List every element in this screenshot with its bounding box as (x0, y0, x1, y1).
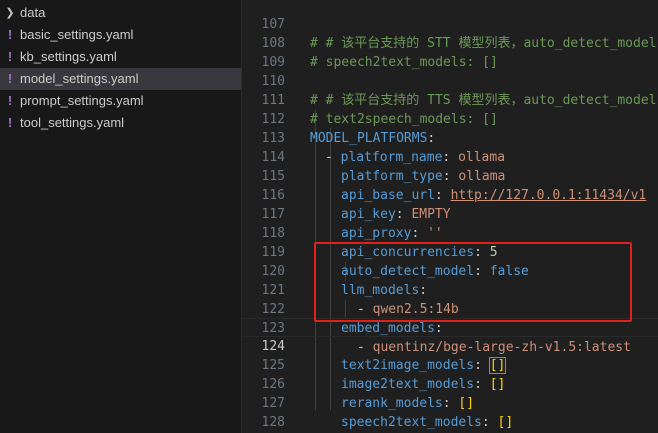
code-line: 127 speech2text_models: [] (243, 375, 658, 430)
code-line: 125 image2text_models: [] (243, 337, 658, 392)
code-line: 129 (243, 413, 658, 432)
tree-item-tool-settings[interactable]: ! tool_settings.yaml (0, 112, 241, 134)
code-line: 119 auto_detect_model: false (243, 224, 658, 279)
code-line: 126 rerank_models: [] (243, 356, 658, 411)
code-editor[interactable]: 107 # # 该平台支持的 STT 模型列表，auto_detect_mode… (243, 0, 658, 433)
code-line: 115 api_base_url: http://127.0.0.1:11434… (243, 148, 658, 203)
code-line: 128 text2speech_models: [] (243, 394, 658, 430)
code-line: 114 platform_type: ollama (243, 129, 658, 184)
tree-item-label: prompt_settings.yaml (20, 93, 144, 108)
yaml-file-icon: ! (7, 49, 13, 64)
tree-item-model-settings[interactable]: ! model_settings.yaml (0, 68, 241, 90)
code-line: 118 api_concurrencies: 5 (243, 205, 658, 260)
code-line: 108 # speech2text_models: [] (243, 15, 658, 70)
highlight-box-annotation (314, 242, 632, 322)
tree-item-label: model_settings.yaml (20, 71, 139, 86)
yaml-file-icon: ! (7, 93, 13, 108)
yaml-file-icon: ! (7, 27, 13, 42)
code-line: 110 # # 该平台支持的 TTS 模型列表，auto_detect_mode… (243, 53, 658, 108)
yaml-file-icon: ! (7, 115, 13, 130)
explorer-sidebar: ❯ data ! basic_settings.yaml ! kb_settin… (0, 0, 242, 433)
tree-item-data-folder[interactable]: ❯ data (0, 2, 241, 24)
code-line: 111 # text2speech_models: [] (243, 72, 658, 127)
tree-item-basic-settings[interactable]: ! basic_settings.yaml (0, 24, 241, 46)
tree-item-kb-settings[interactable]: ! kb_settings.yaml (0, 46, 241, 68)
code-line: 109 (243, 34, 658, 70)
tree-item-prompt-settings[interactable]: ! prompt_settings.yaml (0, 90, 241, 112)
code-line: 113 - platform_name: ollama (243, 110, 658, 165)
tree-item-label: basic_settings.yaml (20, 27, 134, 42)
chevron-right-icon: ❯ (5, 7, 15, 19)
code-line: 107 # # 该平台支持的 STT 模型列表，auto_detect_mode… (243, 0, 658, 51)
tree-item-label: data (20, 5, 46, 20)
tree-item-label: tool_settings.yaml (20, 115, 125, 130)
code-line: 116 api_key: EMPTY (243, 167, 658, 222)
code-line: 117 api_proxy: '' (243, 186, 658, 241)
code-line: 112 MODEL_PLATFORMS: (243, 91, 658, 146)
yaml-file-icon: ! (7, 71, 13, 86)
tree-item-label: kb_settings.yaml (20, 49, 117, 64)
